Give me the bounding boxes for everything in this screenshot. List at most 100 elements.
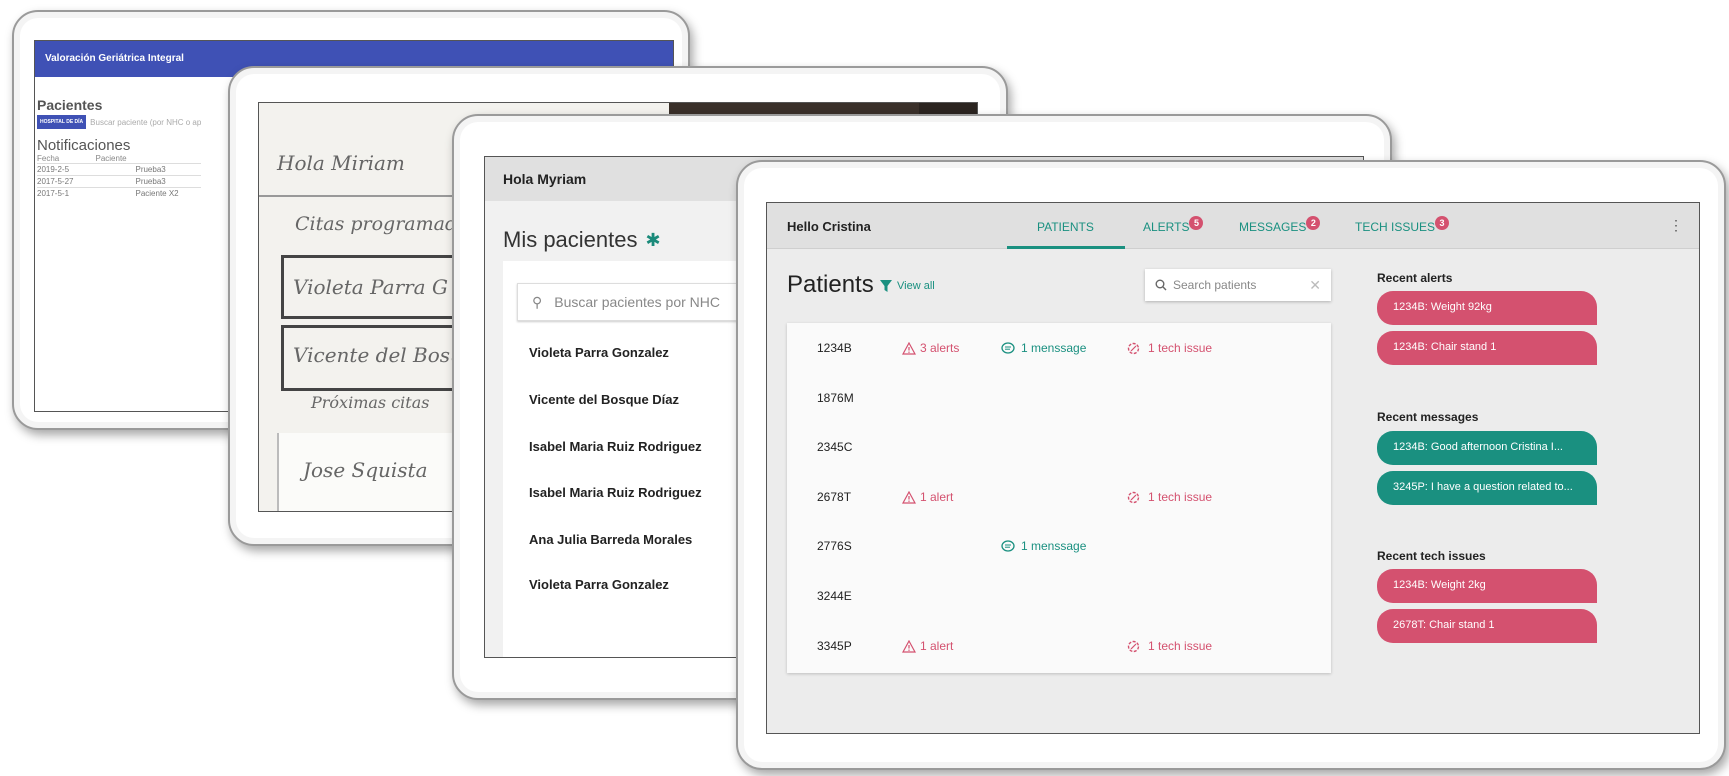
active-tab-indicator	[1007, 246, 1125, 249]
tech-issues-badge: 3	[1435, 216, 1450, 230]
sketch-text: Jose Squista	[303, 458, 428, 482]
tech-issue-icon	[1127, 491, 1140, 503]
warning-icon	[902, 341, 916, 355]
patient-id: 2678T	[817, 490, 852, 504]
recent-alert-item[interactable]: 1234B: Weight 92kg	[1377, 291, 1597, 325]
tab-patients[interactable]: PATIENTS	[1037, 220, 1094, 234]
page-title: Patients	[787, 271, 874, 298]
patient-id: 2776S	[817, 539, 852, 553]
sketch-text: Citas programadas	[295, 213, 479, 235]
table-row[interactable]: 2017-5-27 Prueba3	[37, 175, 201, 188]
tech-issues-count[interactable]: 1 tech issue	[1127, 490, 1212, 504]
tab-alerts[interactable]: ALERTS 5	[1143, 216, 1204, 235]
patient-row[interactable]: 1234B 3 alerts 1 menssage 1 tech issue	[787, 337, 1331, 361]
table-row[interactable]: 2019-2-5 Prueba3	[37, 163, 201, 176]
tech-label: 1 tech issue	[1148, 341, 1213, 355]
table-row[interactable]: 2017-5-1 Paciente X2	[37, 187, 201, 199]
list-item[interactable]: Ana Julia Barreda Morales	[529, 532, 692, 547]
tech-issue-icon	[1127, 342, 1140, 354]
app-title: Valoración Geriátrica Integral	[45, 53, 184, 64]
clear-icon[interactable]: ✕	[1309, 277, 1321, 294]
alerts-label: 3 alerts	[920, 341, 960, 355]
messages-badge: 2	[1306, 216, 1321, 230]
tech-label: 1 tech issue	[1148, 490, 1213, 504]
list-item[interactable]: Isabel Maria Ruiz Rodriguez	[529, 439, 702, 454]
tab-label: ALERTS	[1143, 220, 1190, 234]
tech-issues-count[interactable]: 1 tech issue	[1127, 639, 1212, 653]
greeting: Hello Cristina	[787, 219, 871, 234]
messages-count[interactable]: 1 menssage	[1001, 539, 1086, 553]
tab-label: MESSAGES	[1239, 220, 1307, 234]
sketch-text: Violeta Parra G	[293, 275, 448, 299]
tech-issues-count[interactable]: 1 tech issue	[1127, 341, 1212, 355]
alerts-count[interactable]: 1 alert	[902, 639, 953, 653]
chat-bubble-icon	[1001, 341, 1015, 354]
notifications-table: Fecha Paciente 2019-2-5 Prueba3 2017-5-2…	[37, 154, 201, 199]
tech-label: 1 tech issue	[1148, 639, 1213, 653]
patients-list: 1234B 3 alerts 1 menssage 1 tech issue 1…	[787, 323, 1331, 673]
tab-tech-issues[interactable]: TECH ISSUES 3	[1355, 216, 1450, 235]
messages-label: 1 menssage	[1021, 539, 1087, 553]
sketch-text: Próximas citas	[311, 393, 430, 412]
tab-label: PATIENTS	[1037, 220, 1094, 234]
recent-alert-item[interactable]: 1234B: Chair stand 1	[1377, 331, 1597, 365]
patient-row[interactable]: 3244E	[787, 585, 1331, 609]
messages-count[interactable]: 1 menssage	[1001, 341, 1086, 355]
alerts-count[interactable]: 1 alert	[902, 490, 953, 504]
patient-id: 3345P	[817, 639, 852, 653]
chat-bubble-icon	[1001, 539, 1015, 552]
cell-paciente: Prueba3	[95, 175, 201, 188]
recent-tech-item[interactable]: 2678T: Chair stand 1	[1377, 609, 1597, 643]
list-item[interactable]: Isabel Maria Ruiz Rodriguez	[529, 485, 702, 500]
greeting: Hola Myriam	[503, 171, 587, 187]
view-all-filter[interactable]: View all	[879, 279, 935, 293]
patient-row[interactable]: 2678T 1 alert 1 tech issue	[787, 486, 1331, 510]
patient-id: 1234B	[817, 341, 852, 355]
more-options-icon[interactable]: ⋮	[1669, 217, 1683, 234]
hospital-button[interactable]: HOSPITAL DE DÍA	[37, 115, 87, 129]
alerts-label: 1 alert	[920, 639, 954, 653]
patient-row[interactable]: 2776S 1 menssage	[787, 535, 1331, 559]
cell-fecha: 2017-5-27	[37, 175, 96, 188]
recent-tech-item[interactable]: 1234B: Weight 2kg	[1377, 569, 1597, 603]
messages-label: 1 menssage	[1021, 341, 1087, 355]
search-input[interactable]: Search patients ✕	[1145, 269, 1331, 301]
tab-label: TECH ISSUES	[1355, 220, 1436, 234]
list-item[interactable]: Violeta Parra Gonzalez	[529, 345, 669, 360]
search-input[interactable]: Buscar paciente (por NHC o ap	[90, 118, 201, 127]
page-title: Mis pacientes	[503, 227, 638, 252]
patient-row[interactable]: 3345P 1 alert 1 tech issue	[787, 635, 1331, 659]
patient-row[interactable]: 1876M	[787, 387, 1331, 411]
tech-issue-icon	[1127, 640, 1140, 652]
sketch-text: Vicente del Bosq	[293, 343, 463, 367]
recent-message-item[interactable]: 3245P: I have a question related to...	[1377, 471, 1597, 505]
list-item[interactable]: Violeta Parra Gonzalez	[529, 577, 669, 592]
column-header: Fecha	[37, 154, 60, 163]
gear-icon[interactable]: ✱	[646, 230, 661, 251]
app-bar: Hello Cristina PATIENTS ALERTS 5 MESSAGES…	[767, 203, 1699, 249]
alerts-count[interactable]: 3 alerts	[902, 341, 959, 355]
cell-paciente: Paciente X2	[95, 187, 201, 199]
cell-paciente: Prueba3	[95, 163, 201, 176]
patient-row[interactable]: 2345C	[787, 436, 1331, 460]
list-item[interactable]: Vicente del Bosque Díaz	[529, 392, 679, 407]
tablet-screen: Hello Cristina PATIENTS ALERTS 5 MESSAGES…	[766, 202, 1700, 734]
tab-messages[interactable]: MESSAGES 2	[1239, 216, 1321, 235]
filter-icon	[880, 280, 892, 292]
alerts-badge: 5	[1189, 216, 1204, 230]
cell-fecha: 2017-5-1	[37, 187, 96, 199]
alerts-label: 1 alert	[920, 490, 954, 504]
patient-id: 2345C	[817, 440, 853, 454]
search-icon: ⚲	[532, 294, 543, 310]
sketch-text: Hola Miriam	[277, 151, 405, 175]
warning-icon	[902, 490, 916, 504]
recent-tech-title: Recent tech issues	[1377, 549, 1486, 563]
mockup-stage: Valoración Geriátrica Integral Pacientes…	[0, 0, 1729, 776]
view-all-label: View all	[897, 280, 935, 292]
patient-id: 3244E	[817, 589, 852, 603]
cell-fecha: 2019-2-5	[37, 163, 96, 176]
recent-message-item[interactable]: 1234B: Good afternoon Cristina I...	[1377, 431, 1597, 465]
column-header: Paciente	[95, 154, 127, 163]
patient-id: 1876M	[817, 391, 854, 405]
search-placeholder: Search patients	[1173, 278, 1257, 292]
